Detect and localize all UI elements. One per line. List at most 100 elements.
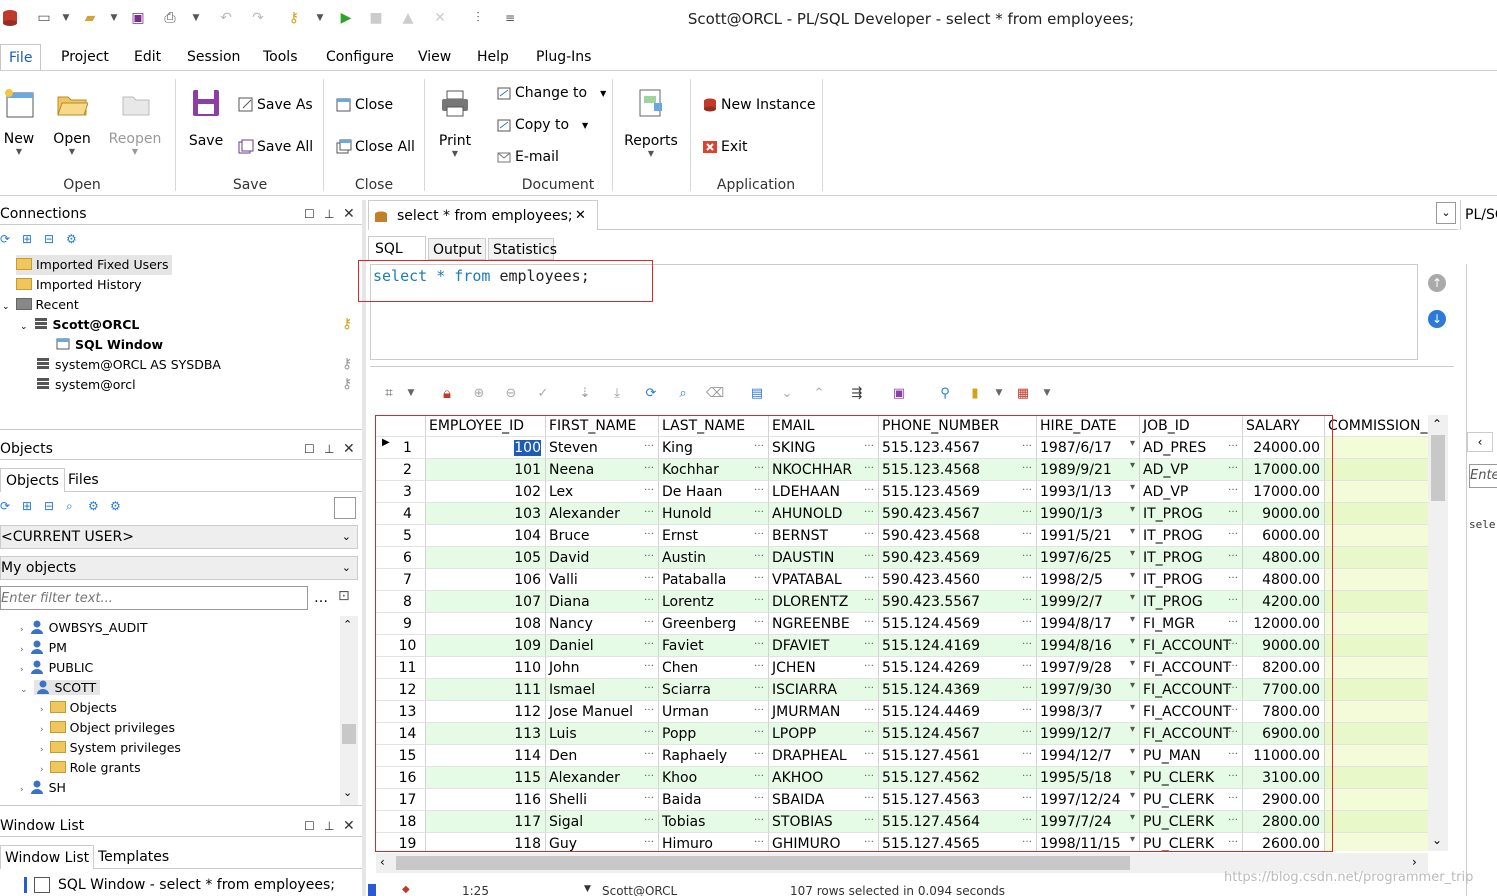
table-row[interactable]: 10 109 Daniel… Faviet… DFAVIET… 515.124.4169……: [376, 635, 1428, 657]
table-row[interactable]: 2 101 Neena… Kochhar… NKOCHHAR… 515.123.4568……: [376, 459, 1428, 481]
cell-editor-icon[interactable]: …: [644, 745, 654, 763]
cell-first-name[interactable]: Daniel…: [546, 635, 659, 657]
cell-phone-number[interactable]: 590.423.4569…: [879, 547, 1037, 569]
refresh-icon[interactable]: ⟳: [0, 232, 10, 246]
cell-last-name[interactable]: Hunold…: [659, 503, 769, 525]
row-number[interactable]: 12: [376, 679, 426, 701]
next-page-icon[interactable]: ⇣: [576, 384, 594, 402]
cell-email[interactable]: DRAPHEAL…: [769, 745, 879, 767]
cell-email[interactable]: AHUNOLD…: [769, 503, 879, 525]
tree-folder-system-privileges[interactable]: › System privileges: [40, 738, 181, 758]
cell-editor-icon[interactable]: …: [1022, 767, 1032, 785]
cell-editor-icon[interactable]: …: [644, 569, 654, 587]
cell-salary[interactable]: 4800.00: [1243, 547, 1325, 569]
close-all-button[interactable]: Close All: [336, 139, 415, 155]
sort-down-icon[interactable]: ⌄: [778, 384, 796, 402]
cell-editor-icon[interactable]: …: [754, 481, 764, 499]
cell-editor-icon[interactable]: …: [1228, 767, 1238, 785]
cell-employee-id[interactable]: 101: [426, 459, 546, 481]
cell-salary[interactable]: 3100.00: [1243, 767, 1325, 789]
cell-email[interactable]: JMURMAN…: [769, 701, 879, 723]
date-picker-icon[interactable]: ▾: [1130, 767, 1135, 785]
cell-hire-date[interactable]: 1987/6/17 ▾: [1037, 437, 1140, 459]
cell-phone-number[interactable]: 515.124.4369…: [879, 679, 1037, 701]
date-picker-icon[interactable]: ▾: [1130, 811, 1135, 829]
cell-editor-icon[interactable]: …: [1022, 613, 1032, 631]
scroll-thumb[interactable]: [342, 724, 356, 744]
cell-commission[interactable]: [1325, 525, 1428, 547]
cell-hire-date[interactable]: 1993/1/13 ▾: [1037, 481, 1140, 503]
cell-email[interactable]: DLORENTZ…: [769, 591, 879, 613]
cell-first-name[interactable]: Luis…: [546, 723, 659, 745]
save-as-button[interactable]: Save As: [238, 97, 313, 113]
cell-editor-icon[interactable]: …: [1228, 833, 1238, 851]
cell-editor-icon[interactable]: …: [754, 789, 764, 807]
cell-email[interactable]: LDEHAAN…: [769, 481, 879, 503]
cell-phone-number[interactable]: 515.124.4569…: [879, 613, 1037, 635]
cell-employee-id[interactable]: 103: [426, 503, 546, 525]
cell-editor-icon[interactable]: …: [1228, 811, 1238, 829]
pin-icon[interactable]: ⊥: [324, 438, 334, 460]
cell-editor-icon[interactable]: …: [1022, 525, 1032, 543]
reopen-button[interactable]: Reopen ▼: [106, 87, 164, 156]
close-icon[interactable]: ✕: [343, 203, 355, 225]
cell-hire-date[interactable]: 1995/5/18 ▾: [1037, 767, 1140, 789]
cell-phone-number[interactable]: 515.127.4561…: [879, 745, 1037, 767]
cell-commission[interactable]: [1325, 613, 1428, 635]
cell-editor-icon[interactable]: …: [864, 613, 874, 631]
cell-commission[interactable]: [1325, 679, 1428, 701]
cell-employee-id[interactable]: 111: [426, 679, 546, 701]
cell-last-name[interactable]: Popp…: [659, 723, 769, 745]
cell-editor-icon[interactable]: …: [864, 833, 874, 851]
table-row[interactable]: 7 106 Valli… Pataballa… VPATABAL… 590.423.456…: [376, 569, 1428, 591]
cell-editor-icon[interactable]: …: [644, 503, 654, 521]
cell-last-name[interactable]: Austin…: [659, 547, 769, 569]
cell-employee-id[interactable]: 105: [426, 547, 546, 569]
tab-list-dropdown[interactable]: ⌄: [1436, 202, 1456, 224]
date-picker-icon[interactable]: ▾: [1130, 833, 1135, 851]
cell-hire-date[interactable]: 1999/2/7 ▾: [1037, 591, 1140, 613]
cell-employee-id[interactable]: 107: [426, 591, 546, 613]
cell-phone-number[interactable]: 515.124.4469…: [879, 701, 1037, 723]
row-number[interactable]: 17: [376, 789, 426, 811]
change-to-button[interactable]: Change to ▼: [496, 85, 606, 101]
cell-editor-icon[interactable]: …: [1228, 437, 1238, 455]
maximize-icon[interactable]: ☐: [304, 815, 315, 837]
tree-user-pm[interactable]: › PM: [20, 638, 67, 658]
cell-last-name[interactable]: Chen…: [659, 657, 769, 679]
cell-editor-icon[interactable]: …: [1228, 613, 1238, 631]
table-row[interactable]: 14 113 Luis… Popp… LPOPP… 515.124.4567… 1999/1…: [376, 723, 1428, 745]
cell-salary[interactable]: 7800.00: [1243, 701, 1325, 723]
tab-window-list[interactable]: Window List: [0, 845, 95, 869]
close-icon[interactable]: ✕: [343, 815, 355, 837]
add-icon[interactable]: ⊞: [22, 499, 32, 513]
cell-last-name[interactable]: Faviet…: [659, 635, 769, 657]
cell-last-name[interactable]: De Haan…: [659, 481, 769, 503]
cell-last-name[interactable]: Lorentz…: [659, 591, 769, 613]
cell-employee-id[interactable]: 110: [426, 657, 546, 679]
cell-editor-icon[interactable]: …: [1022, 591, 1032, 609]
cell-hire-date[interactable]: 1994/8/16 ▾: [1037, 635, 1140, 657]
cell-editor-icon[interactable]: …: [864, 525, 874, 543]
table-row[interactable]: 4 103 Alexander… Hunold… AHUNOLD… 590.423.456…: [376, 503, 1428, 525]
cell-editor-icon[interactable]: …: [1022, 547, 1032, 565]
cell-editor-icon[interactable]: …: [644, 679, 654, 697]
new-button[interactable]: New ▼: [0, 87, 38, 156]
cell-editor-icon[interactable]: …: [1228, 657, 1238, 675]
cell-salary[interactable]: 4800.00: [1243, 569, 1325, 591]
cell-phone-number[interactable]: 515.124.4567…: [879, 723, 1037, 745]
cell-editor-icon[interactable]: …: [864, 811, 874, 829]
tree-item-imported-fixed-users[interactable]: Imported Fixed Users: [16, 255, 173, 275]
last-page-icon[interactable]: ⤓: [608, 384, 626, 402]
row-number[interactable]: 7: [376, 569, 426, 591]
cell-editor-icon[interactable]: …: [644, 833, 654, 851]
cell-email[interactable]: GHIMURO…: [769, 833, 879, 851]
single-record-icon[interactable]: ▤: [748, 384, 766, 402]
cell-editor-icon[interactable]: …: [754, 613, 764, 631]
lock-icon[interactable]: 🔒︎: [438, 384, 456, 402]
open-button[interactable]: Open ▼: [50, 87, 94, 156]
cell-editor-icon[interactable]: …: [754, 701, 764, 719]
filter-icon[interactable]: ⚙: [88, 499, 99, 513]
menu-project[interactable]: Project: [53, 44, 117, 70]
cell-email[interactable]: DAUSTIN…: [769, 547, 879, 569]
